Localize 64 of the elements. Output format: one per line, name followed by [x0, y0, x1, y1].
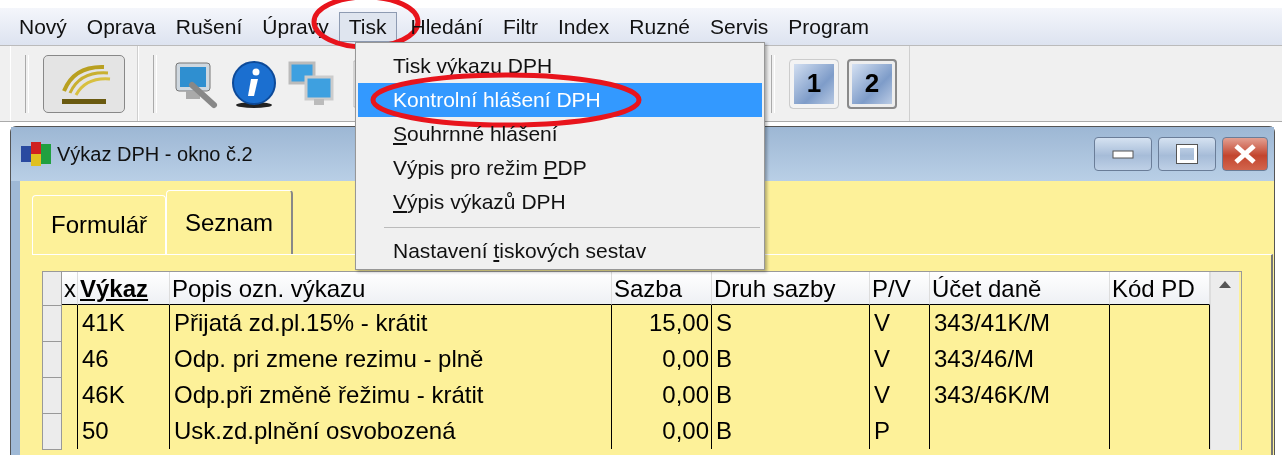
window-number-button[interactable]: 1 — [789, 58, 839, 109]
direction-cell: V — [870, 377, 930, 413]
maximize-icon — [1176, 144, 1198, 164]
rate-cell: 0,00 — [612, 413, 712, 449]
menu-item[interactable]: Oprava — [76, 11, 166, 42]
menu-item[interactable]: Tisk — [338, 11, 397, 42]
window-title: Výkaz DPH - okno č.2 — [57, 142, 254, 166]
column-header[interactable]: Popis ozn. výkazu — [170, 272, 612, 305]
window-app-icon — [21, 142, 51, 166]
direction-cell: P — [870, 413, 930, 449]
logo-button[interactable] — [43, 54, 125, 113]
menu-item[interactable]: Index — [547, 11, 620, 42]
close-icon — [1233, 143, 1257, 165]
menu-item[interactable]: Ruzné — [619, 11, 700, 42]
column-header[interactable]: Sazba — [612, 272, 712, 305]
row-header[interactable] — [43, 414, 62, 450]
row-header[interactable] — [43, 342, 62, 378]
menu-item[interactable]: Program — [778, 11, 879, 42]
description-cell: Odp.při změně řežimu - krátit — [170, 377, 612, 413]
rate-type-cell: B — [712, 341, 870, 377]
column-header[interactable]: Kód PD — [1110, 272, 1210, 305]
account-cell: 343/46K/M — [930, 377, 1110, 413]
menu-item[interactable]: Filtr — [492, 11, 548, 42]
rate-type-cell: B — [712, 377, 870, 413]
rate-cell: 0,00 — [612, 341, 712, 377]
minimize-button[interactable] — [1094, 137, 1152, 171]
window-number-button[interactable]: 2 — [847, 58, 897, 109]
rate-cell: 15,00 — [612, 305, 712, 341]
menu-entry[interactable]: Souhrnné hlášení — [358, 117, 762, 151]
tab[interactable]: Seznam — [166, 190, 294, 254]
rate-type-cell: S — [712, 305, 870, 341]
vertical-scrollbar[interactable] — [1210, 272, 1239, 450]
column-header[interactable]: x — [62, 272, 78, 305]
menu-entry[interactable]: Výpis pro režim PDP — [358, 151, 762, 185]
code-cell: 46 — [78, 341, 170, 377]
row-header[interactable] — [43, 378, 62, 414]
account-cell: 343/41K/M — [930, 305, 1110, 341]
rate-cell: 0,00 — [612, 377, 712, 413]
account-cell: 343/46/M — [930, 341, 1110, 377]
maximize-button[interactable] — [1158, 137, 1216, 171]
tab[interactable]: Formulář — [32, 195, 166, 254]
direction-cell: V — [870, 305, 930, 341]
column-header[interactable]: Účet daně — [930, 272, 1110, 305]
column-header[interactable]: P/V — [870, 272, 930, 305]
description-cell: Přijatá zd.pl.15% - krátit — [170, 305, 612, 341]
column-header[interactable]: Druh sazby — [712, 272, 870, 305]
menu-entry[interactable]: Nastavení tiskových sestav — [358, 234, 762, 268]
scroll-up-icon[interactable] — [1219, 280, 1231, 288]
minimize-icon — [1112, 149, 1134, 159]
code-cell: 50 — [78, 413, 170, 449]
menu-entry[interactable]: Tisk výkazu DPH — [358, 49, 762, 83]
menu-item[interactable]: Servis — [700, 11, 779, 42]
direction-cell: V — [870, 341, 930, 377]
menu-item[interactable]: Nový — [9, 11, 77, 42]
menu-item[interactable]: Rušení — [165, 11, 253, 42]
rate-type-cell: B — [712, 413, 870, 449]
row-header[interactable] — [43, 306, 62, 342]
menu-entry[interactable]: Výpis výkazů DPH — [358, 185, 762, 219]
column-header[interactable]: Výkaz — [78, 272, 170, 305]
code-cell: 46K — [78, 377, 170, 413]
code-cell: 41K — [78, 305, 170, 341]
description-cell: Usk.zd.plnění osvobozená — [170, 413, 612, 449]
description-cell: Odp. pri zmene rezimu - plně — [170, 341, 612, 377]
close-button[interactable] — [1222, 137, 1268, 171]
